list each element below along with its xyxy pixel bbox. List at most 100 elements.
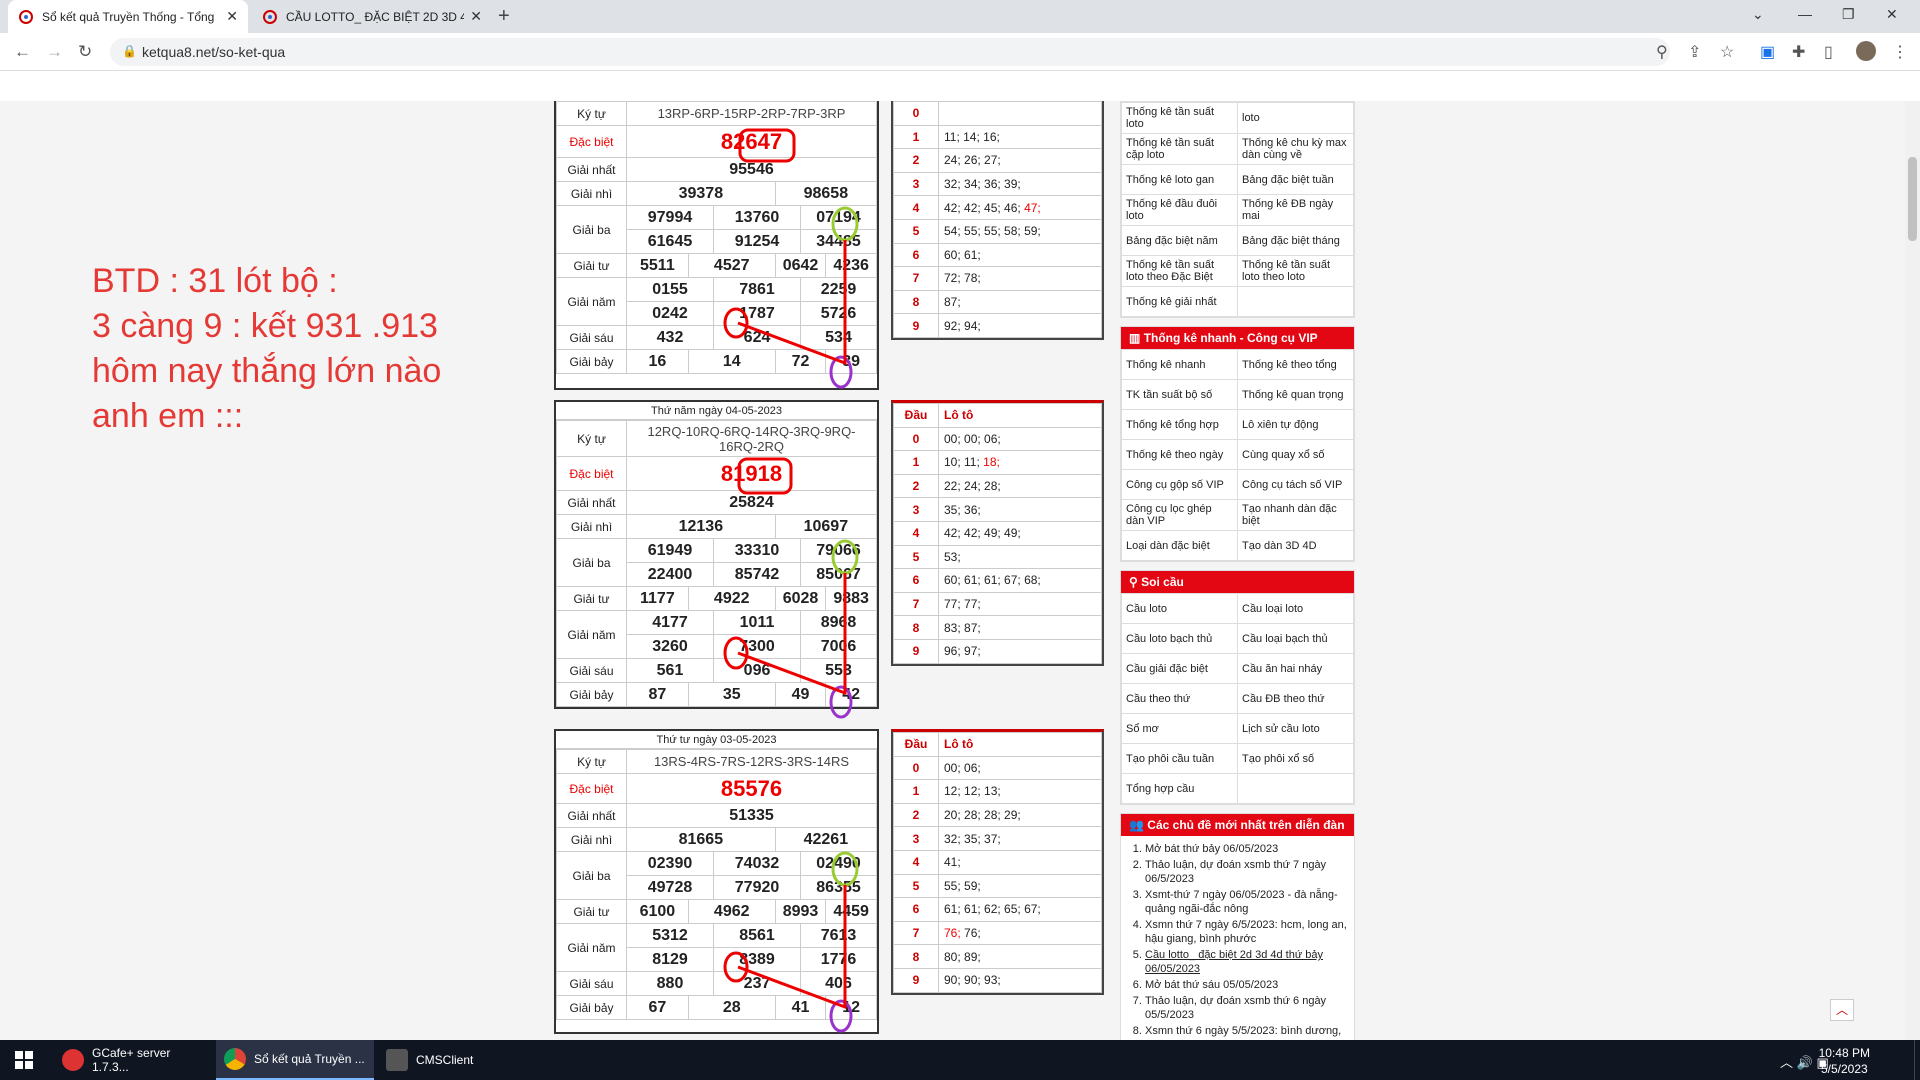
forum-topic-link[interactable]: Mở bát thứ bảy 06/05/2023 (1145, 842, 1348, 856)
new-tab-icon[interactable]: + (498, 5, 510, 28)
forum-topic-link[interactable]: Thảo luận, dự đoán xsmb thứ 6 ngày 05/5/… (1145, 994, 1348, 1022)
address-bar[interactable]: 🔒 ketqua8.net/so-ket-qua (110, 38, 1670, 66)
sidebar-link[interactable]: Lịch sử cầu loto (1237, 713, 1354, 744)
sidebar-link[interactable]: Bảng đặc biệt tháng (1237, 225, 1354, 256)
giai-nam-value: 4177 (625, 610, 715, 635)
sidebar-link[interactable]: Lô xiên tự động (1237, 409, 1354, 440)
sidebar-link[interactable]: Thống kê tổng hợp (1121, 409, 1238, 440)
forward-icon[interactable]: → (46, 42, 63, 62)
sidebar-link[interactable]: Cầu loto bạch thủ (1121, 623, 1238, 654)
sidebar-link[interactable]: Bảng đặc biệt tuần (1237, 164, 1354, 195)
share-icon[interactable]: ⇪ (1688, 42, 1701, 62)
giai-ba-value: 86355 (800, 875, 877, 900)
ky-tu-value: 13RP-6RP-15RP-2RP-7RP-3RP (626, 101, 877, 126)
sidebar-link[interactable]: Cầu giải đặc biệt (1121, 653, 1238, 684)
sidebar-link[interactable]: Thống kê loto gan (1121, 164, 1238, 195)
sidebar-link[interactable]: Cầu ĐB theo thứ (1237, 683, 1354, 714)
windows-start-icon[interactable] (0, 1040, 48, 1080)
profile-avatar[interactable] (1856, 41, 1876, 61)
sidebar-link[interactable]: Thống kê tần suất loto (1121, 102, 1238, 134)
ky-tu-value: 13RS-4RS-7RS-12RS-3RS-14RS (626, 749, 877, 774)
sidebar-link[interactable]: Thống kê theo ngày (1121, 439, 1238, 470)
close-tab-icon[interactable]: ✕ (226, 8, 238, 25)
close-tab-icon[interactable]: ✕ (470, 8, 482, 25)
taskbar-item-gcafe[interactable]: GCafe+ server 1.7.3... (54, 1040, 212, 1080)
sidebar-link[interactable]: Thống kê tần suất loto theo Đặc Biệt (1121, 255, 1238, 287)
row-label: Giải năm (556, 277, 627, 326)
sidebar-link[interactable]: Tạo phôi xổ số (1237, 743, 1354, 774)
sidebar-link[interactable]: Cầu theo thứ (1121, 683, 1238, 714)
sidebar-link[interactable]: Bảng đặc biệt năm (1121, 225, 1238, 256)
sidebar-link[interactable]: Thống kê tần suất loto theo loto (1237, 255, 1354, 287)
translate-icon[interactable]: ▣ (1760, 42, 1775, 62)
dau-cell: 5 (893, 544, 939, 570)
sidebar-link[interactable]: Cầu loto (1121, 593, 1238, 624)
extensions-icon[interactable]: ✚ (1792, 42, 1805, 62)
page-scrollbar[interactable] (1905, 101, 1920, 1040)
forum-topic-link[interactable]: Xsmn thứ 7 ngày 6/5/2023: hcm, long an, … (1145, 918, 1348, 946)
forum-topic-link[interactable]: Xsmt-thứ 7 ngày 06/05/2023 - đà nẵng-quả… (1145, 888, 1348, 916)
sidebar-link[interactable]: Thống kê chu kỳ max dàn cùng về (1237, 133, 1354, 165)
sidebar-link[interactable]: Công cụ lọc ghép dàn VIP (1121, 499, 1238, 531)
sidebar-link-row: Thống kê tần suất loto loto (1121, 102, 1354, 134)
giai-bay-value: 14 (687, 349, 776, 374)
zoom-icon[interactable]: ⚲ (1656, 42, 1668, 62)
sidebar-link[interactable]: Công cụ tách số VIP (1237, 469, 1354, 500)
sidebar-link[interactable]: Cầu loại loto (1237, 593, 1354, 624)
loto-cell: 80; 89; (938, 944, 1102, 969)
taskbar-item-cmsclient[interactable]: CMSClient (378, 1040, 528, 1080)
volume-icon[interactable]: 🔊 (1797, 1055, 1813, 1070)
sidebar-link[interactable]: Sổ mơ (1121, 713, 1238, 744)
sidebar-link[interactable]: TK tần suất bộ số (1121, 379, 1238, 410)
taskbar-clock[interactable]: 10:48 PM 5/5/2023 (1819, 1045, 1870, 1077)
giai-nam-value: 5726 (800, 301, 877, 326)
close-window-icon[interactable]: ✕ (1886, 6, 1898, 23)
minimize-icon[interactable]: — (1798, 6, 1812, 22)
reload-icon[interactable]: ↻ (78, 42, 92, 62)
back-icon[interactable]: ← (14, 42, 31, 62)
sidebar-link[interactable]: Thống kê tần suất cặp loto (1121, 133, 1238, 165)
side-panel-icon[interactable]: ▯ (1824, 42, 1833, 62)
sidebar-link[interactable]: Thống kê nhanh (1121, 349, 1238, 380)
menu-kebab-icon[interactable]: ⋮ (1892, 42, 1908, 62)
sidebar-link-row: Loại dàn đặc biệt Tạo dàn 3D 4D (1121, 530, 1354, 561)
sidebar-link[interactable]: Thống kê ĐB ngày mai (1237, 194, 1354, 226)
tab-search-icon[interactable]: ⌄ (1752, 6, 1764, 23)
chevron-up-icon[interactable]: ︿ (1780, 1055, 1793, 1070)
tab-cau-lotto[interactable]: CẦU LOTTO_ ĐẶC BIỆT 2D 3D 4D ✕ (252, 0, 492, 33)
sidebar-link[interactable]: loto (1237, 102, 1354, 134)
sidebar-link[interactable]: Tổng hợp cầu (1121, 773, 1238, 804)
giai-nhi-value: 42261 (774, 827, 878, 852)
sidebar-link[interactable]: Cầu ăn hai nháy (1237, 653, 1354, 684)
scroll-to-top-button[interactable]: ︿ (1830, 999, 1854, 1021)
row-label: Giải ba (556, 851, 627, 900)
forum-topic-link[interactable]: Cầu lotto_ đặc biệt 2d 3d 4d thứ bảy 06/… (1145, 948, 1348, 976)
sidebar-link-row: Thống kê giải nhất (1121, 286, 1354, 317)
sidebar-link-row: Cầu theo thứ Cầu ĐB theo thứ (1121, 683, 1354, 714)
taskbar-item-chrome[interactable]: Sổ kết quả Truyền ... (216, 1040, 374, 1080)
sidebar-link[interactable]: Cầu loại bạch thủ (1237, 623, 1354, 654)
sidebar-link[interactable]: Cùng quay xổ số (1237, 439, 1354, 470)
giai-nam-value: 8561 (713, 923, 802, 948)
tab-so-ket-qua[interactable]: Sổ kết quả Truyền Thống - Tổng ✕ (8, 0, 248, 33)
sidebar-link[interactable]: Loại dàn đặc biệt (1121, 530, 1238, 561)
url-text[interactable]: ketqua8.net/so-ket-qua (142, 44, 285, 60)
sidebar-link[interactable]: Thống kê đầu đuôi loto (1121, 194, 1238, 226)
sidebar-link[interactable]: Thống kê theo tổng (1237, 349, 1354, 380)
maximize-icon[interactable]: ❐ (1842, 6, 1855, 23)
scrollbar-thumb[interactable] (1908, 157, 1917, 241)
sidebar-link[interactable]: Tạo dàn 3D 4D (1237, 530, 1354, 561)
forum-topic-link[interactable]: Xsmn thứ 6 ngày 5/5/2023: bình dương, vĩ… (1145, 1024, 1348, 1040)
sidebar-link[interactable]: Thống kê quan trọng (1237, 379, 1354, 410)
forum-header: 👥 Các chủ đề mới nhất trên diễn đàn (1121, 814, 1354, 836)
bookmark-star-icon[interactable]: ☆ (1720, 42, 1734, 62)
forum-topic-link[interactable]: Thảo luận, dự đoán xsmb thứ 7 ngày 06/5/… (1145, 858, 1348, 886)
giai-ba-value: 02490 (800, 851, 877, 876)
sidebar-link[interactable]: Tạo phôi cầu tuần (1121, 743, 1238, 774)
sidebar-link[interactable]: Tạo nhanh dàn đặc biệt (1237, 499, 1354, 531)
sidebar-link[interactable]: Công cụ gộp số VIP (1121, 469, 1238, 500)
show-desktop-button[interactable] (1914, 1040, 1920, 1080)
sidebar-link-row: Cầu loto Cầu loại loto (1121, 593, 1354, 624)
sidebar-link[interactable]: Thống kê giải nhất (1121, 286, 1238, 317)
forum-topic-link[interactable]: Mở bát thứ sáu 05/05/2023 (1145, 978, 1348, 992)
